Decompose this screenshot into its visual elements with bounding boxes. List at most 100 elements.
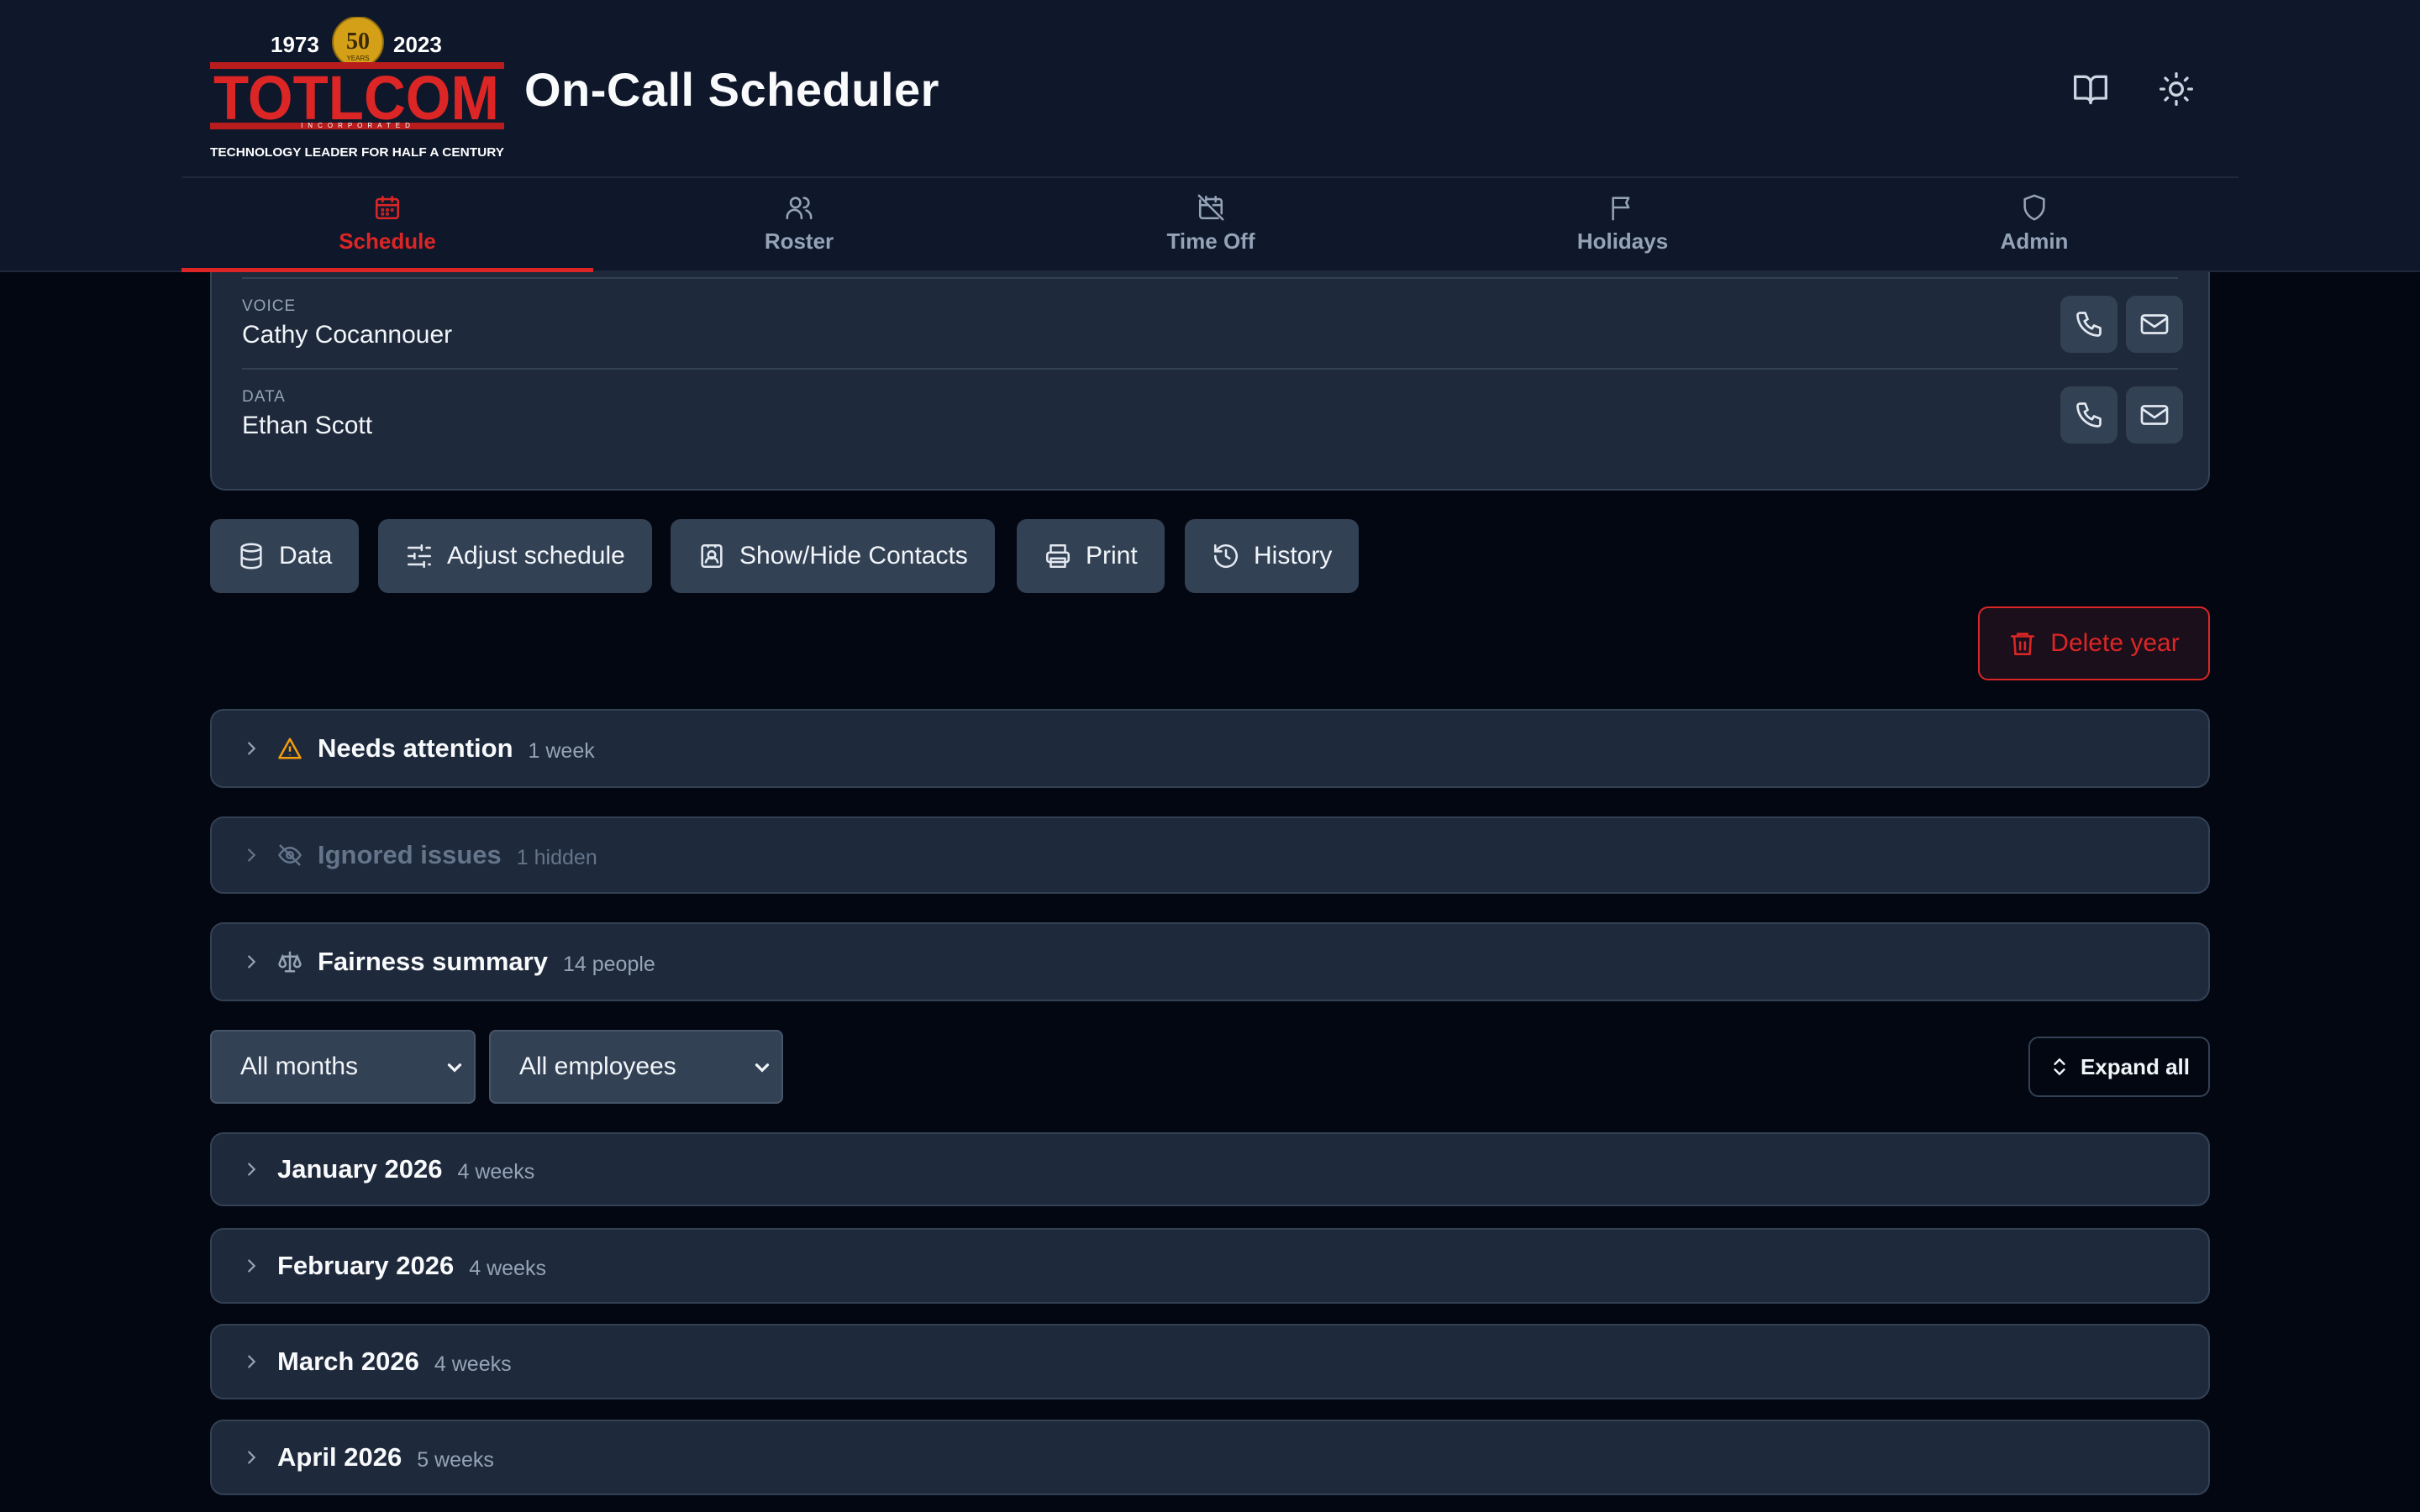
month-section-april[interactable]: April 2026 5 weeks — [210, 1420, 2210, 1495]
phone-icon — [2076, 312, 2102, 337]
mail-icon — [2140, 314, 2169, 334]
expand-all-button[interactable]: Expand all — [2028, 1037, 2210, 1097]
ignored-issues-section[interactable]: Ignored issues 1 hidden — [210, 816, 2210, 894]
contact-card-icon — [701, 543, 723, 569]
delete-year-label: Delete year — [2050, 629, 2180, 657]
scale-icon — [277, 949, 302, 974]
tab-label: Time Off — [1166, 228, 1255, 254]
history-label: History — [1254, 542, 1333, 570]
chevron-down-icon — [447, 1063, 462, 1073]
print-button[interactable]: Print — [1017, 519, 1165, 593]
expand-all-label: Expand all — [2080, 1053, 2191, 1079]
trash-icon — [2011, 633, 2035, 656]
svg-text:2023: 2023 — [393, 32, 442, 57]
chevron-right-icon — [248, 1259, 256, 1273]
contact-role: VOICE — [242, 297, 297, 315]
email-button[interactable] — [2126, 386, 2183, 444]
calendar-off-icon — [1197, 194, 1224, 221]
month-title: March 2026 — [277, 1347, 419, 1376]
needs-attention-section[interactable]: Needs attention 1 week — [210, 709, 2210, 788]
divider — [242, 368, 2178, 370]
chevron-right-icon — [248, 955, 256, 969]
tab-label: Holidays — [1576, 228, 1669, 254]
month-title: April 2026 — [277, 1442, 402, 1472]
app-header: 1973 2023 50 YEARS TOTLCOM INCORPORATED … — [0, 0, 2420, 272]
data-button[interactable]: Data — [210, 519, 360, 593]
month-section-march[interactable]: March 2026 4 weeks — [210, 1324, 2210, 1399]
users-icon — [786, 197, 813, 220]
chevron-right-icon — [248, 1451, 256, 1464]
contact-name: Cathy Cocannouer — [242, 321, 453, 349]
section-count: 1 week — [528, 738, 595, 763]
employee-filter-value: All employees — [519, 1053, 676, 1080]
month-week-count: 4 weeks — [434, 1352, 512, 1376]
book-icon[interactable] — [2067, 66, 2114, 113]
tab-schedule[interactable]: Schedule — [182, 178, 593, 272]
fairness-summary-section[interactable]: Fairness summary 14 people — [210, 922, 2210, 1001]
data-button-label: Data — [279, 542, 333, 570]
eye-off-icon — [277, 843, 302, 868]
chevron-down-icon — [755, 1063, 770, 1073]
section-count: 14 people — [562, 952, 655, 976]
warning-icon — [277, 736, 302, 761]
app-title: On-Call Scheduler — [524, 63, 939, 116]
section-title: Needs attention — [318, 733, 513, 763]
month-title: January 2026 — [277, 1154, 443, 1184]
tab-label: Admin — [2000, 228, 2069, 254]
show-hide-contacts-button[interactable]: Show/Hide Contacts — [671, 519, 995, 593]
chevron-right-icon — [248, 848, 256, 862]
section-count: 1 hidden — [516, 845, 597, 869]
month-filter-value: All months — [240, 1053, 359, 1080]
printer-icon — [1045, 543, 1071, 569]
tab-label: Roster — [764, 228, 834, 254]
flag-icon — [1612, 197, 1630, 221]
tab-roster[interactable]: Roster — [593, 178, 1005, 272]
phone-icon — [2076, 402, 2102, 428]
on-call-contacts-card: VOICE Cathy Cocannouer DATA Ethan Scott — [210, 252, 2210, 491]
month-week-count: 5 weeks — [417, 1447, 494, 1472]
chevron-right-icon — [248, 1163, 256, 1176]
month-section-february[interactable]: February 2026 4 weeks — [210, 1228, 2210, 1304]
delete-year-button[interactable]: Delete year — [1978, 606, 2210, 680]
shield-icon — [2023, 194, 2045, 221]
call-button[interactable] — [2060, 386, 2118, 444]
chevron-right-icon — [248, 742, 256, 755]
print-label: Print — [1086, 542, 1138, 570]
contact-name: Ethan Scott — [242, 412, 373, 439]
chevrons-up-down-icon — [2054, 1058, 2065, 1076]
call-button[interactable] — [2060, 296, 2118, 353]
month-section-january[interactable]: January 2026 4 weeks — [210, 1132, 2210, 1206]
svg-text:TECHNOLOGY LEADER FOR HALF A C: TECHNOLOGY LEADER FOR HALF A CENTURY — [210, 145, 504, 160]
section-title: Fairness summary — [318, 947, 548, 976]
sliders-icon — [407, 543, 432, 569]
tab-label: Schedule — [339, 228, 436, 254]
adjust-schedule-button[interactable]: Adjust schedule — [378, 519, 652, 593]
month-filter-select[interactable]: All months — [210, 1030, 476, 1104]
adjust-schedule-label: Adjust schedule — [447, 542, 625, 570]
history-icon — [1213, 543, 1239, 569]
tab-time-off[interactable]: Time Off — [1005, 178, 1417, 272]
totlcom-logo: 1973 2023 50 YEARS TOTLCOM INCORPORATED … — [210, 17, 504, 160]
chevron-right-icon — [248, 1355, 256, 1368]
divider — [242, 277, 2178, 279]
calendar-icon — [375, 195, 400, 220]
month-week-count: 4 weeks — [469, 1256, 546, 1280]
contact-role: DATA — [242, 388, 286, 406]
sun-icon[interactable] — [2153, 66, 2200, 113]
email-button[interactable] — [2126, 296, 2183, 353]
month-week-count: 4 weeks — [457, 1159, 535, 1184]
svg-text:50: 50 — [346, 29, 370, 55]
mail-icon — [2140, 405, 2169, 425]
tab-holidays[interactable]: Holidays — [1417, 178, 1828, 272]
history-button[interactable]: History — [1185, 519, 1360, 593]
employee-filter-select[interactable]: All employees — [489, 1030, 783, 1104]
show-hide-contacts-label: Show/Hide Contacts — [739, 542, 968, 570]
svg-text:INCORPORATED: INCORPORATED — [301, 122, 415, 129]
month-title: February 2026 — [277, 1251, 455, 1280]
database-icon — [240, 543, 262, 570]
svg-text:YEARS: YEARS — [346, 55, 369, 62]
main-tabs: Schedule Roster Time Off Holidays Admin — [182, 176, 2238, 272]
tab-admin[interactable]: Admin — [1828, 178, 2240, 272]
svg-text:1973: 1973 — [271, 32, 319, 57]
section-title: Ignored issues — [318, 840, 502, 869]
